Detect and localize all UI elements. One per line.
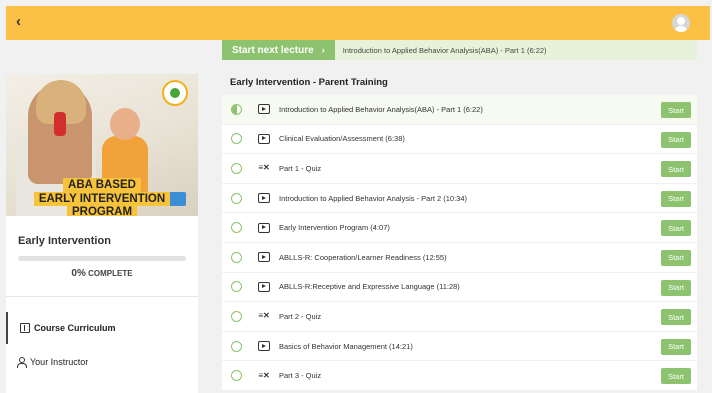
lecture-row[interactable]: Introduction to Applied Behavior Analysi… [222, 94, 697, 124]
quiz-list-icon: ≡✕ [258, 311, 270, 321]
chevron-right-icon: › [321, 45, 325, 55]
course-title: Early Intervention [18, 235, 111, 247]
lecture-row[interactable]: Early Intervention Program (4:07) Start [222, 212, 697, 242]
course-progress-text: 0% COMPLETE [6, 268, 198, 279]
empty-circle-icon [231, 251, 242, 263]
empty-circle-icon [231, 281, 242, 293]
video-play-icon [258, 193, 270, 204]
banner-line-1: ABA BASED [6, 178, 198, 192]
lecture-title: Part 3 - Quiz [279, 371, 322, 381]
lecture-list: Introduction to Applied Behavior Analysi… [222, 94, 697, 390]
lecture-start-button[interactable]: Start [661, 249, 691, 266]
video-play-icon [258, 133, 270, 144]
lecture-title: Part 1 - Quiz [279, 163, 322, 173]
next-lecture-bar: Start next lecture › Introduction to App… [222, 40, 697, 60]
quiz-list-icon: ≡✕ [258, 370, 270, 380]
lecture-start-button[interactable]: Start [661, 368, 691, 385]
lecture-row[interactable]: ≡✕ Part 1 - Quiz Start [222, 153, 697, 183]
empty-circle-icon [231, 192, 242, 204]
lecture-start-button[interactable]: Start [661, 220, 691, 237]
banner-line-3-text: PROGRAM [66, 205, 138, 216]
section-title: Early Intervention - Parent Training [230, 76, 388, 88]
video-play-icon [258, 281, 270, 292]
user-icon [16, 357, 27, 368]
progress-percent: 0% [71, 268, 86, 279]
lecture-row[interactable]: ABLLS-R:Receptive and Expressive Languag… [222, 271, 697, 302]
avatar-head [677, 17, 685, 25]
lecture-row[interactable]: ABLLS-R: Cooperation/Learner Readiness (… [222, 241, 697, 272]
top-bar: ‹ [6, 6, 710, 40]
course-image: ABA BASED EARLY INTERVENTION PROGRAM [6, 74, 198, 216]
course-progress-bar [18, 256, 186, 261]
lecture-start-button[interactable]: Start [661, 338, 691, 355]
lecture-row[interactable]: Clinical Evaluation/Assessment (6:38) Sta… [222, 123, 697, 154]
empty-circle-icon [231, 162, 242, 174]
curriculum-list: Early Intervention - Parent Training Int… [222, 70, 697, 390]
lecture-title: Introduction to Applied Behavior Analysi… [279, 104, 483, 114]
start-next-lecture-button[interactable]: Start next lecture › [222, 40, 335, 60]
lecture-row[interactable]: Basics of Behavior Management (14:21) Sta… [222, 330, 697, 361]
half-circle-progress-icon [231, 103, 242, 115]
video-play-icon [258, 341, 270, 352]
lecture-title: Early Intervention Program (4:07) [279, 223, 390, 233]
lecture-start-button[interactable]: Start [661, 161, 691, 178]
banner-line-1-text: ABA BASED [63, 178, 141, 192]
school-logo-icon [162, 80, 188, 106]
lecture-title: Introduction to Applied Behavior Analysi… [279, 193, 468, 203]
sidebar-item-label: Course Curriculum [34, 323, 116, 333]
lecture-title: ABLLS-R: Cooperation/Learner Readiness (… [279, 252, 447, 262]
empty-circle-icon [231, 340, 242, 352]
avatar-body [674, 26, 688, 32]
banner-line-3: PROGRAM [6, 205, 198, 216]
lecture-start-button[interactable]: Start [661, 131, 691, 148]
sidebar-item-label: Your Instructor [30, 357, 89, 367]
sidebar-item-your-instructor[interactable]: Your Instructor [6, 346, 198, 378]
sidebar-divider [6, 296, 198, 297]
video-play-icon [258, 222, 270, 233]
lecture-title: Part 2 - Quiz [279, 311, 322, 321]
lecture-title: ABLLS-R:Receptive and Expressive Languag… [279, 282, 460, 292]
start-next-lecture-label: Start next lecture [232, 44, 314, 56]
image-child-head [110, 108, 140, 140]
banner-line-2-text: EARLY INTERVENTION [33, 192, 171, 206]
empty-circle-icon [231, 222, 242, 234]
lecture-row[interactable]: Introduction to Applied Behavior Analysi… [222, 182, 697, 213]
user-avatar-icon[interactable] [672, 14, 690, 32]
banner-line-2: EARLY INTERVENTION [6, 192, 198, 206]
course-sidebar: ABA BASED EARLY INTERVENTION PROGRAM Ear… [6, 74, 198, 393]
empty-circle-icon [231, 133, 242, 145]
lecture-row[interactable]: ≡✕ Part 3 - Quiz Start [222, 360, 697, 390]
lecture-row[interactable]: ≡✕ Part 2 - Quiz Start [222, 301, 697, 331]
lecture-start-button[interactable]: Start [661, 279, 691, 296]
video-play-icon [258, 104, 270, 115]
next-lecture-title: Introduction to Applied Behavior Analysi… [342, 45, 547, 55]
quiz-list-icon: ≡✕ [258, 163, 270, 173]
empty-circle-icon [231, 310, 242, 322]
video-play-icon [258, 252, 270, 263]
back-chevron-icon[interactable]: ‹ [16, 13, 21, 30]
logo-inner [170, 88, 180, 98]
lecture-title: Basics of Behavior Management (14:21) [279, 341, 413, 351]
book-icon [20, 323, 30, 333]
lecture-title: Clinical Evaluation/Assessment (6:38) [279, 134, 405, 144]
lecture-start-button[interactable]: Start [661, 102, 691, 118]
empty-circle-icon [231, 370, 242, 382]
lecture-start-button[interactable]: Start [661, 309, 691, 326]
lecture-start-button[interactable]: Start [661, 190, 691, 207]
sidebar-item-course-curriculum[interactable]: Course Curriculum [6, 312, 198, 344]
image-toy-phone [54, 112, 66, 136]
progress-complete-label: COMPLETE [88, 269, 133, 278]
